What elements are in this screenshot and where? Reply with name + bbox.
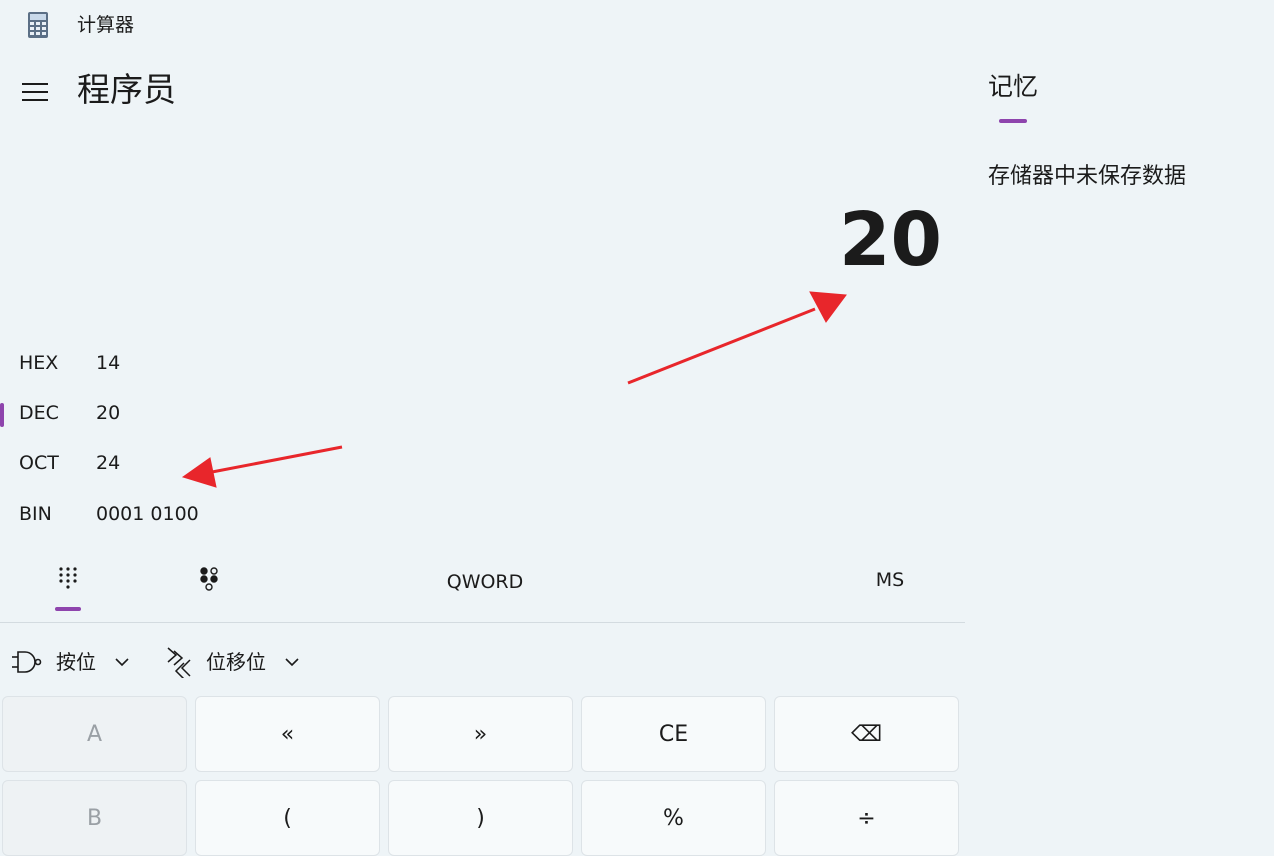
radix-value: 20	[96, 402, 121, 424]
key-percent[interactable]: %	[581, 780, 766, 856]
radix-row-hex[interactable]: HEX 14	[0, 342, 340, 386]
key-label: (	[283, 806, 292, 831]
key-shift-left[interactable]: «	[195, 696, 380, 772]
chevron-down-icon	[115, 658, 129, 667]
key-label: B	[86, 806, 103, 831]
memory-empty-message: 存储器中未保存数据	[988, 164, 1187, 189]
key-label: ÷	[857, 806, 876, 831]
radix-value: 24	[96, 452, 121, 474]
key-hex-a[interactable]: A	[2, 696, 187, 772]
bit-toggle-icon	[200, 567, 218, 591]
key-divide[interactable]: ÷	[774, 780, 959, 856]
calculator-app-icon	[28, 12, 48, 38]
key-clear-entry[interactable]: CE	[581, 696, 766, 772]
key-label: %	[663, 806, 684, 831]
bitwise-dropdown[interactable]: 按位	[10, 642, 140, 682]
key-close-paren[interactable]: )	[388, 780, 573, 856]
memory-tab[interactable]: 记忆	[988, 70, 1038, 104]
hamburger-menu-button[interactable]	[18, 76, 54, 106]
bitshift-dropdown[interactable]: 位移位	[160, 642, 310, 682]
bitwise-label: 按位	[56, 650, 96, 674]
radix-label: DEC	[19, 402, 59, 424]
key-label: )	[476, 806, 485, 831]
radix-value: 14	[96, 352, 121, 374]
key-backspace[interactable]: ⌫	[774, 696, 959, 772]
keypad-dots-icon	[59, 567, 77, 589]
radix-row-dec[interactable]: DEC 20	[0, 392, 340, 436]
key-label: «	[280, 722, 295, 747]
key-hex-b[interactable]: B	[2, 780, 187, 856]
memory-store-button[interactable]: MS	[855, 560, 925, 600]
key-label: A	[86, 722, 103, 747]
key-label: »	[473, 722, 488, 747]
bitshift-label: 位移位	[206, 650, 266, 674]
radix-row-bin[interactable]: BIN 0001 0100	[0, 493, 340, 537]
annotation-arrow-to-result	[627, 307, 816, 385]
bitshift-icon	[167, 647, 191, 678]
word-size-button[interactable]: QWORD	[420, 562, 550, 602]
window-title: 计算器	[77, 14, 135, 36]
bit-toggle-keypad-tab[interactable]	[190, 560, 230, 604]
radix-label: OCT	[19, 452, 59, 474]
divider	[0, 622, 965, 623]
backspace-icon: ⌫	[850, 722, 883, 747]
selected-indicator	[0, 403, 4, 427]
key-open-paren[interactable]: (	[195, 780, 380, 856]
key-shift-right[interactable]: »	[388, 696, 573, 772]
radix-value: 0001 0100	[96, 503, 199, 525]
full-keypad-tab[interactable]	[48, 560, 88, 604]
radix-label: HEX	[19, 352, 59, 374]
mode-title: 程序员	[77, 70, 176, 109]
active-tab-underline	[55, 607, 81, 611]
result-display: 20	[839, 197, 942, 283]
radix-label: BIN	[19, 503, 52, 525]
chevron-down-icon	[285, 658, 299, 667]
logic-gate-icon	[12, 651, 42, 673]
radix-row-oct[interactable]: OCT 24	[0, 442, 340, 486]
active-tab-underline	[999, 119, 1027, 123]
key-label: CE	[658, 722, 689, 747]
